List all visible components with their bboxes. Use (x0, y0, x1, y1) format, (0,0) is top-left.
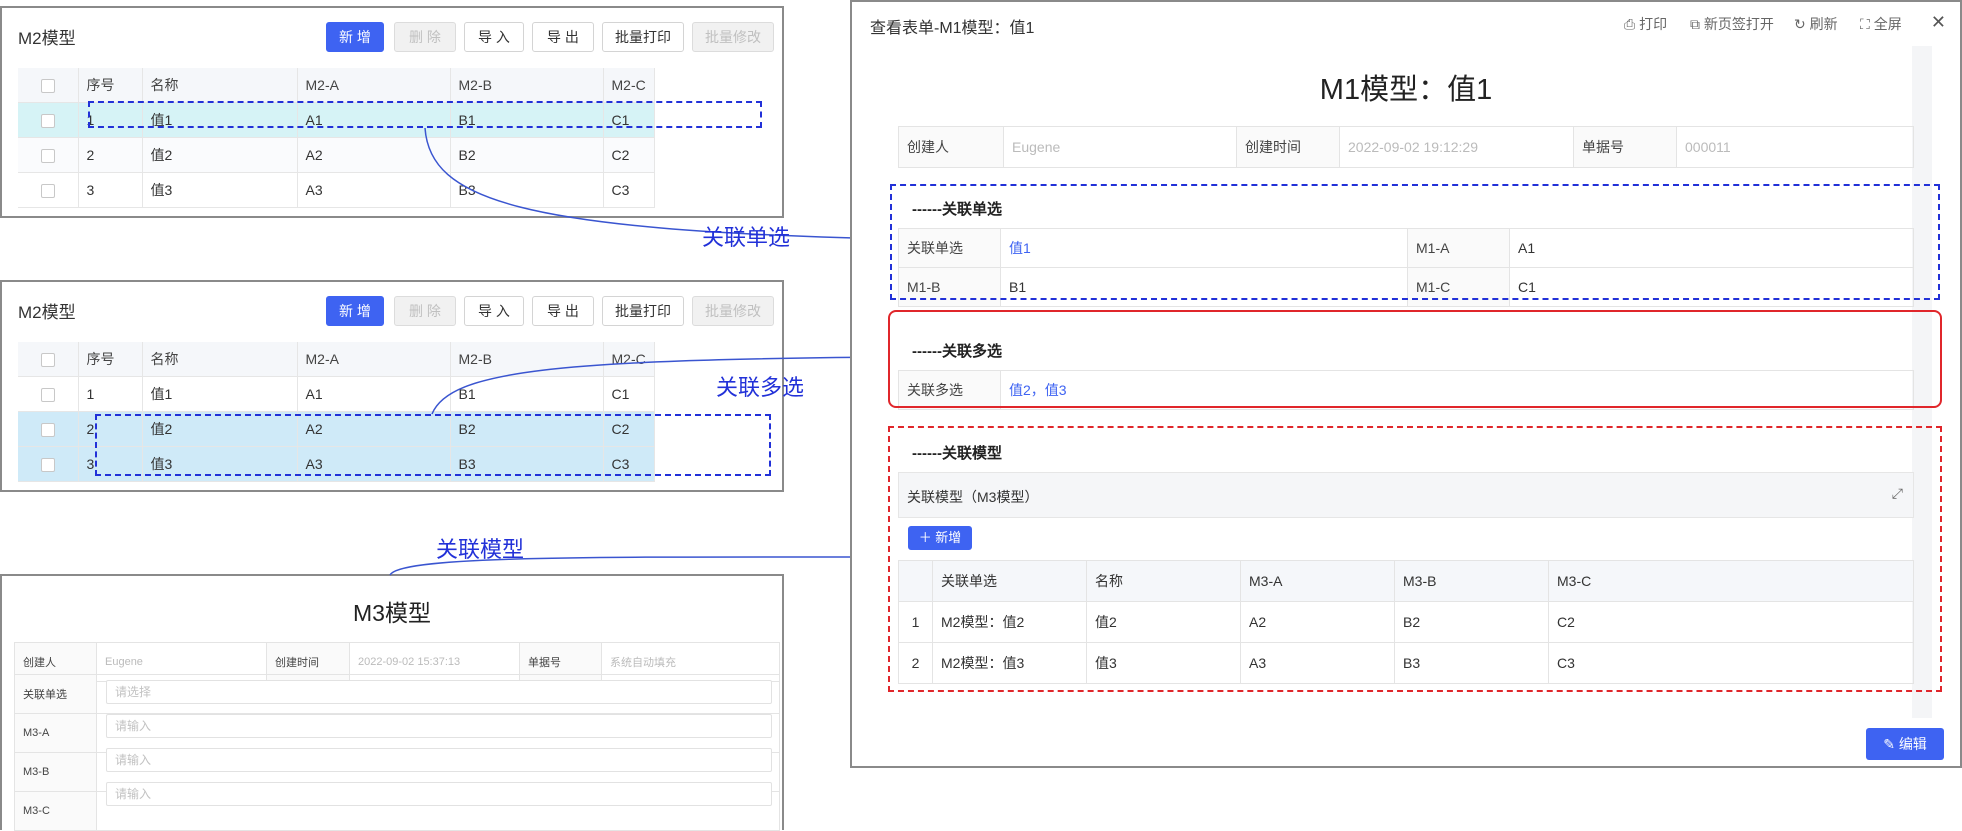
new-tab-icon: ⧉ (1690, 16, 1704, 32)
docno-value: 000011 (1676, 126, 1914, 168)
new-tab-tool[interactable]: ⧉ 新页签打开 (1690, 14, 1774, 34)
form-header-grid: 创建人 Eugene 创建时间 2022-09-02 19:12:29 单据号 … (898, 126, 1914, 168)
highlight-single-section (890, 184, 1940, 300)
highlight-model-section (888, 426, 1942, 692)
annotation-single: 关联单选 (702, 225, 791, 250)
close-icon[interactable]: ✕ (1931, 12, 1946, 33)
form-title: M1模型：值1 (1319, 74, 1493, 106)
fullscreen-icon: ⛶ (1860, 16, 1874, 32)
view-form-modal: 查看表单-M1模型：值1 ⎙ 打印 ⧉ 新页签打开 ↻ 刷新 ⛶ 全屏 ✕ M1… (850, 0, 1962, 768)
print-tool[interactable]: ⎙ 打印 (1624, 14, 1667, 34)
arrow-multi (431, 349, 888, 415)
annotation-model: 关联模型 (436, 537, 525, 562)
time-value: 2022-09-02 19:12:29 (1339, 126, 1574, 168)
edit-button[interactable]: ✎ 编辑 (1866, 728, 1944, 760)
time-label: 创建时间 (1236, 126, 1340, 168)
highlight-multi-section (888, 310, 1942, 408)
creator-value: Eugene (1003, 126, 1237, 168)
docno-label: 单据号 (1573, 126, 1677, 168)
refresh-icon: ↻ (1794, 16, 1810, 32)
edit-icon: ✎ (1883, 736, 1899, 752)
modal-title: 查看表单-M1模型：值1 (870, 20, 1035, 37)
fullscreen-tool[interactable]: ⛶ 全屏 (1860, 14, 1902, 34)
print-icon: ⎙ (1624, 16, 1640, 32)
arrow-single (424, 127, 890, 247)
creator-label: 创建人 (898, 126, 1004, 168)
refresh-tool[interactable]: ↻ 刷新 (1794, 14, 1838, 34)
annotation-multi: 关联多选 (716, 375, 805, 400)
